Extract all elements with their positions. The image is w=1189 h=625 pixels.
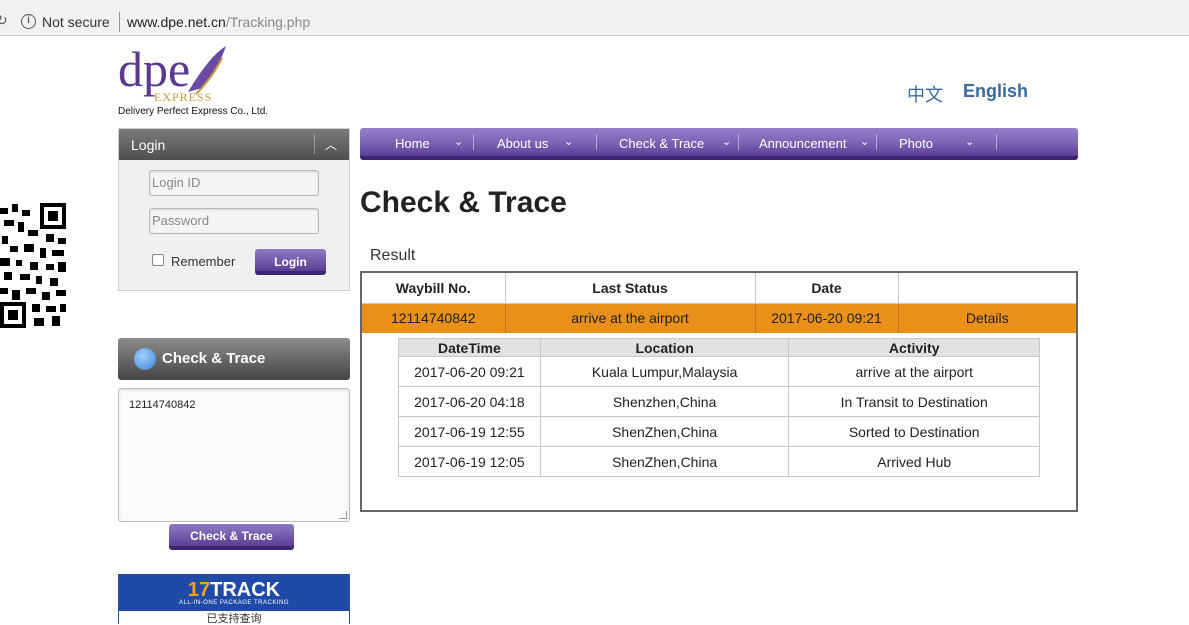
table-row: 2017-06-20 04:18 Shenzhen,China In Trans… xyxy=(398,386,1040,417)
status-date: 2017-06-20 09:21 xyxy=(755,303,899,333)
row-location: ShenZhen,China xyxy=(539,416,790,447)
table-row: 2017-06-19 12:05 ShenZhen,China Arrived … xyxy=(398,446,1040,477)
nav-separator xyxy=(876,134,877,150)
17track-logo-text: TRACK xyxy=(210,579,281,601)
wing-shape xyxy=(188,46,226,92)
logo-tagline: Delivery Perfect Express Co., Ltd. xyxy=(118,106,269,117)
row-datetime: 2017-06-19 12:55 xyxy=(398,416,541,447)
login-header-label: Login xyxy=(131,137,166,153)
language-chinese-link[interactable]: 中文 xyxy=(907,81,943,107)
row-datetime: 2017-06-19 12:05 xyxy=(398,446,541,477)
chevron-down-icon[interactable]: ⌄ xyxy=(722,135,731,148)
check-trace-panel-title: Check & Trace xyxy=(162,350,266,367)
check-trace-button[interactable]: Check & Trace xyxy=(169,524,294,550)
row-activity: arrive at the airport xyxy=(788,356,1040,387)
row-datetime: 2017-06-20 09:21 xyxy=(398,356,541,387)
nav-separator xyxy=(596,134,597,150)
nav-item-check-trace[interactable]: Check & Trace xyxy=(619,136,704,151)
qr-code-image xyxy=(0,200,68,330)
row-location: Shenzhen,China xyxy=(539,386,790,417)
result-row[interactable]: 12114740842 arrive at the airport 2017-0… xyxy=(362,303,1076,333)
dpe-logo-mark: dpe EXPRESS xyxy=(118,41,226,104)
resize-grip-icon[interactable] xyxy=(339,511,347,519)
row-activity: Sorted to Destination xyxy=(788,416,1040,447)
language-english-link[interactable]: English xyxy=(963,81,1028,102)
tracking-detail-table: DateTime Location Activity 2017-06-20 09… xyxy=(398,338,1040,477)
result-header-row: Waybill No. Last Status Date xyxy=(362,273,1076,304)
logo-sub: EXPRESS xyxy=(154,90,212,104)
row-location: ShenZhen,China xyxy=(539,446,790,477)
chevron-down-icon[interactable]: ⌄ xyxy=(965,135,974,148)
main-nav: Home ⌄ About us ⌄ Check & Trace ⌄ Announ… xyxy=(360,128,1078,160)
row-activity: In Transit to Destination xyxy=(788,386,1040,417)
nav-item-photo[interactable]: Photo xyxy=(899,136,933,151)
login-panel: Login ︿ Login ID Password Remember Login xyxy=(118,128,350,291)
page-title: Check & Trace xyxy=(360,186,567,219)
waybill-textarea[interactable]: 12114740842 xyxy=(118,388,350,522)
row-datetime: 2017-06-20 04:18 xyxy=(398,386,541,417)
chevron-down-icon[interactable]: ⌄ xyxy=(454,135,463,148)
17track-subtitle: ALL-IN-ONE PACKAGE TRACKING xyxy=(179,600,289,606)
nav-separator xyxy=(738,134,739,150)
waybill-textarea-value: 12114740842 xyxy=(129,399,196,411)
header-empty xyxy=(898,273,1076,304)
security-label[interactable]: Not secure xyxy=(42,14,110,30)
url-host: www.dpe.net.cn xyxy=(127,14,226,30)
result-table: Waybill No. Last Status Date 12114740842… xyxy=(362,273,1076,333)
header-date: Date xyxy=(755,273,899,304)
login-button[interactable]: Login xyxy=(255,249,326,275)
header-separator xyxy=(314,134,315,154)
header-location: Location xyxy=(539,338,790,357)
url-path: /Tracking.php xyxy=(225,14,311,30)
nav-separator xyxy=(473,134,474,150)
chevron-down-icon[interactable]: ⌄ xyxy=(564,135,573,148)
nav-item-home[interactable]: Home xyxy=(395,136,430,151)
details-link[interactable]: Details xyxy=(898,303,1076,333)
table-row: 2017-06-19 12:55 ShenZhen,China Sorted t… xyxy=(398,416,1040,447)
password-field[interactable]: Password xyxy=(149,208,319,234)
row-location: Kuala Lumpur,Malaysia xyxy=(539,356,790,387)
detail-header-row: DateTime Location Activity xyxy=(398,338,1040,357)
check-trace-panel-header: Check & Trace xyxy=(118,338,350,380)
header-last-status: Last Status xyxy=(505,273,756,304)
login-header: Login ︿ xyxy=(119,129,349,160)
remember-checkbox[interactable] xyxy=(152,254,164,266)
address-divider xyxy=(119,12,120,32)
reload-icon[interactable]: ↻ xyxy=(0,12,8,29)
table-row: 2017-06-20 09:21 Kuala Lumpur,Malaysia a… xyxy=(398,356,1040,387)
header-activity: Activity xyxy=(788,338,1040,357)
nav-separator xyxy=(996,134,997,150)
omnibox[interactable]: ↻ i Not secure www.dpe.net.cn/Tracking.p… xyxy=(0,4,1189,32)
header-datetime: DateTime xyxy=(398,338,541,357)
17track-bottom-text: 已支持查询 xyxy=(119,611,349,625)
17track-banner[interactable]: 17TRACK ALL-IN-ONE PACKAGE TRACKING 已支持查… xyxy=(118,574,350,625)
remember-label: Remember xyxy=(171,254,236,269)
login-id-field[interactable]: Login ID xyxy=(149,170,319,196)
result-label: Result xyxy=(370,247,416,264)
17track-logo: 17TRACK xyxy=(119,579,349,602)
header-waybill: Waybill No. xyxy=(362,273,506,304)
chevron-up-icon[interactable]: ︿ xyxy=(325,136,337,153)
last-status: arrive at the airport xyxy=(505,303,756,333)
17track-banner-top: 17TRACK ALL-IN-ONE PACKAGE TRACKING xyxy=(119,575,349,611)
url-text[interactable]: www.dpe.net.cn/Tracking.php xyxy=(127,14,310,30)
result-box: Waybill No. Last Status Date 12114740842… xyxy=(360,271,1078,512)
address-bar: ↻ i Not secure www.dpe.net.cn/Tracking.p… xyxy=(0,0,1189,36)
17track-logo-num: 17 xyxy=(187,579,211,601)
nav-item-announcement[interactable]: Announcement xyxy=(759,136,846,151)
nav-item-about-us[interactable]: About us xyxy=(497,136,548,151)
globe-icon xyxy=(134,348,156,370)
info-icon[interactable]: i xyxy=(21,14,36,29)
row-activity: Arrived Hub xyxy=(788,446,1040,477)
waybill-number: 12114740842 xyxy=(362,303,506,333)
chevron-down-icon[interactable]: ⌄ xyxy=(860,135,869,148)
